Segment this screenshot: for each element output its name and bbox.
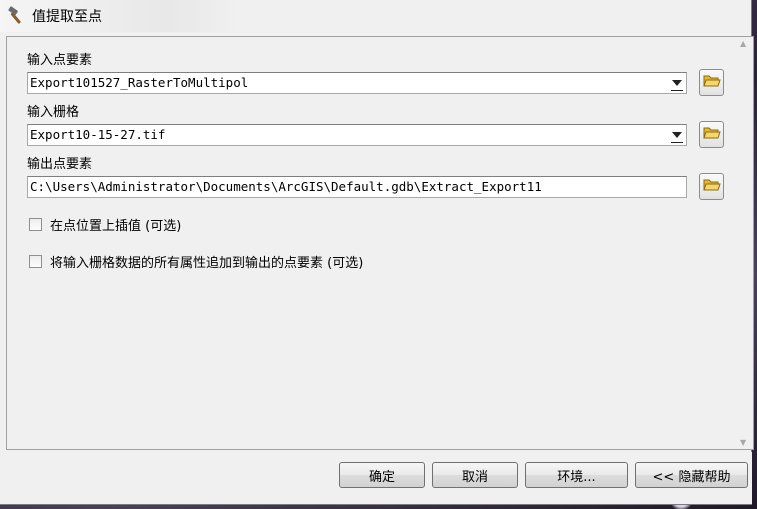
output-points-input[interactable]: C:\Users\Administrator\Documents\ArcGIS\… [27, 176, 687, 198]
output-points-browse-button[interactable] [699, 173, 724, 200]
output-points-value: C:\Users\Administrator\Documents\ArcGIS\… [30, 179, 542, 194]
interpolate-option[interactable]: 在点位置上插值 (可选) [29, 215, 181, 234]
open-folder-icon [702, 73, 721, 92]
ok-button[interactable]: 确定 [339, 462, 425, 488]
input-raster-value: Export10-15-27.tif [30, 127, 166, 142]
scroll-down-icon[interactable]: ▼ [740, 438, 746, 447]
output-points-label: 输出点要素 [27, 157, 93, 172]
append-attributes-checkbox[interactable] [29, 255, 42, 268]
interpolate-checkbox[interactable] [29, 218, 42, 231]
window-title: 值提取至点 [32, 9, 102, 25]
hammer-icon [6, 6, 26, 26]
environments-button[interactable]: 环境... [525, 462, 628, 488]
append-attributes-option[interactable]: 将输入栅格数据的所有属性追加到输出的点要素 (可选) [29, 252, 363, 271]
interpolate-label: 在点位置上插值 (可选) [50, 219, 182, 234]
chevron-down-icon[interactable] [669, 126, 685, 144]
dialog-footer: 确定 取消 环境... << 隐藏帮助 [0, 452, 752, 504]
input-points-browse-button[interactable] [699, 69, 724, 96]
open-folder-icon [702, 125, 721, 144]
tool-dialog: 值提取至点 输入点要素 Export101527_RasterToMultipo… [0, 0, 754, 505]
cancel-button[interactable]: 取消 [432, 462, 518, 488]
parameters-panel: 输入点要素 Export101527_RasterToMultipol 输入栅格… [6, 36, 754, 450]
title-bar[interactable]: 值提取至点 [0, 0, 240, 32]
input-raster-combobox[interactable]: Export10-15-27.tif [27, 124, 687, 146]
hide-help-button[interactable]: << 隐藏帮助 [635, 462, 748, 488]
open-folder-icon [702, 177, 721, 196]
input-raster-browse-button[interactable] [699, 121, 724, 148]
input-points-label: 输入点要素 [27, 53, 93, 68]
chevron-down-icon[interactable] [669, 74, 685, 92]
input-points-value: Export101527_RasterToMultipol [30, 75, 249, 90]
scroll-up-icon[interactable]: ▲ [740, 39, 746, 48]
input-raster-label: 输入栅格 [27, 105, 80, 120]
vertical-scrollbar[interactable]: ▲ ▼ [737, 37, 753, 449]
input-points-combobox[interactable]: Export101527_RasterToMultipol [27, 72, 687, 94]
append-attributes-label: 将输入栅格数据的所有属性追加到输出的点要素 (可选) [50, 256, 364, 271]
